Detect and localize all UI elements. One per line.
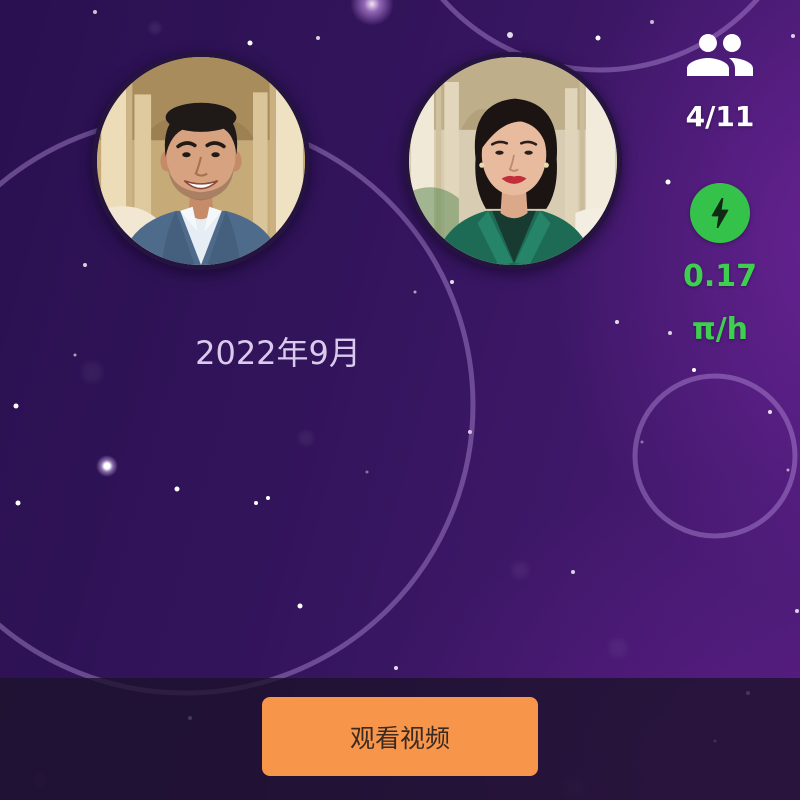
watch-video-button[interactable]: 观看视频 bbox=[262, 697, 538, 776]
team-count: 4/11 bbox=[685, 100, 755, 133]
mining-rate-unit: π/h bbox=[691, 312, 749, 347]
lightning-bolt-icon bbox=[690, 183, 750, 243]
mining-rate-value: 0.17 bbox=[682, 259, 758, 294]
avatar-photo bbox=[409, 57, 617, 265]
mining-rate-button[interactable]: 0.17 π/h bbox=[670, 180, 770, 350]
avatar-photo bbox=[97, 57, 305, 265]
bottom-bar: 观看视频 bbox=[0, 678, 800, 800]
team-member-avatar[interactable] bbox=[92, 52, 310, 270]
mining-screen: 2022年9月 4/11 0.17 π/h 观看视频 bbox=[0, 0, 800, 800]
date-label: 2022年9月 bbox=[195, 334, 361, 372]
team-member-avatar[interactable] bbox=[404, 52, 622, 270]
orbit-ring-right bbox=[632, 373, 798, 539]
team-status-button[interactable]: 4/11 bbox=[670, 19, 770, 139]
people-icon bbox=[687, 34, 753, 76]
bolt-glyph bbox=[711, 198, 729, 228]
